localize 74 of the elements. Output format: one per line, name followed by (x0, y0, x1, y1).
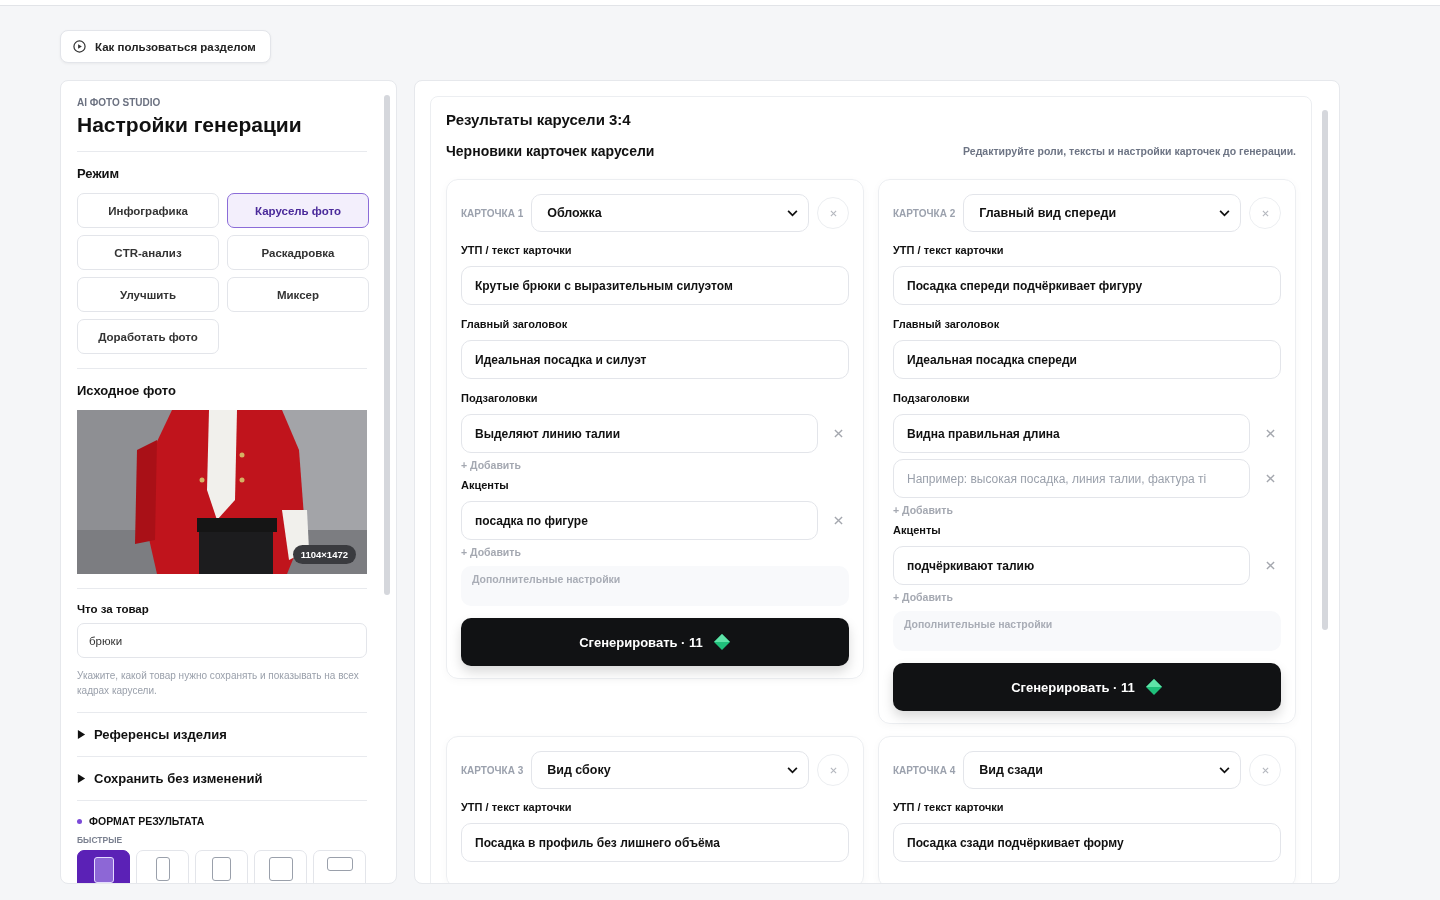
field-label: Подзаголовки (893, 392, 971, 404)
text-field[interactable]: Идеальная посадка спереди (893, 340, 1281, 379)
role-select[interactable]: Главный вид спереди (963, 194, 1241, 232)
field-label: Акценты (893, 524, 942, 536)
card-number: КАРТОЧКА 4 (893, 764, 956, 776)
section-heading: ФОРМАТ РЕЗУЛЬТАТА (89, 815, 205, 827)
chevron-icon (1219, 766, 1230, 774)
mode-button[interactable]: Раскадровка (227, 235, 369, 270)
play-icon (73, 40, 86, 53)
field-label: УТП / текст карточки (461, 244, 573, 256)
close-icon (829, 209, 837, 217)
card-number: КАРТОЧКА 1 (461, 207, 524, 219)
panel-title: Настройки генерации (77, 113, 303, 137)
field-label: Главный заголовок (461, 318, 569, 330)
chevron-icon (1219, 209, 1230, 217)
gem-icon (712, 633, 731, 651)
close-icon (1261, 209, 1269, 217)
text-field[interactable]: Посадка спереди подчёркивает фигуру (893, 266, 1281, 305)
remove-icon[interactable] (834, 429, 843, 438)
disclosure-toggle[interactable]: Референсы изделия (77, 727, 227, 742)
card-number: КАРТОЧКА 2 (893, 207, 956, 219)
gem-icon (1144, 678, 1163, 696)
product-field[interactable]: брюки (77, 623, 367, 658)
note-text: Редактируйте роли, тексты и настройки карточек до генерации. (963, 145, 1296, 157)
chevron-icon (787, 209, 798, 217)
text-field[interactable]: подчёркивают талию (893, 546, 1250, 585)
mode-button[interactable]: CTR-анализ (77, 235, 219, 270)
generate-button[interactable]: Сгенерировать · 11 (893, 663, 1281, 711)
field-label: УТП / текст карточки (893, 801, 1005, 813)
field-label: Главный заголовок (893, 318, 1001, 330)
mode-button[interactable]: Миксер (227, 277, 369, 312)
generate-button[interactable]: Сгенерировать · 11 (461, 618, 849, 666)
text-field[interactable]: Выделяют линию талии (461, 414, 818, 453)
field-label: УТП / текст карточки (461, 801, 573, 813)
results-subtitle: Черновики карточек карусели (446, 143, 655, 159)
card-number: КАРТОЧКА 3 (461, 764, 524, 776)
text-field[interactable]: посадка по фигуре (461, 501, 818, 540)
text-field[interactable]: Посадка в профиль без лишнего объёма (461, 823, 849, 862)
help-button[interactable]: Как пользоваться разделом (60, 30, 271, 63)
hint-text: Укажите, какой товар нужно сохранять и показывать на всех кадрах карусели. (77, 669, 360, 698)
remove-icon[interactable] (834, 516, 843, 525)
disclosure-toggle[interactable]: Сохранить без изменений (77, 771, 263, 786)
text-field[interactable]: Видна правильная длина (893, 414, 1250, 453)
scrollbar[interactable] (1322, 110, 1328, 630)
remove-icon[interactable] (1266, 429, 1275, 438)
text-field[interactable]: Крутые брюки с выразительным силуэтом (461, 266, 849, 305)
field-label: Подзаголовки (461, 392, 539, 404)
mode-button[interactable]: Улучшить (77, 277, 219, 312)
text-field[interactable]: Идеальная посадка и силуэт (461, 340, 849, 379)
results-title: Результаты карусели 3:4 (446, 111, 632, 128)
field-label: Акценты (461, 479, 510, 491)
remove-icon[interactable] (1266, 561, 1275, 570)
scrollbar[interactable] (384, 95, 390, 595)
role-select[interactable]: Вид сбоку (531, 751, 809, 789)
remove-icon[interactable] (1266, 474, 1275, 483)
size-badge: 1104×1472 (292, 545, 356, 564)
format-option[interactable] (77, 850, 130, 883)
role-select[interactable]: Вид сзади (963, 751, 1241, 789)
close-icon (1261, 766, 1269, 774)
field-label: УТП / текст карточки (893, 244, 1005, 256)
brand-label: AI ФОТО STUDIO (77, 97, 162, 108)
section-heading: Исходное фото (77, 383, 177, 398)
text-field[interactable]: Например: высокая посадка, линия талии, фактура ті (893, 459, 1250, 498)
field-label: Что за товар (77, 603, 150, 615)
mode-button[interactable]: Карусель фото (227, 193, 369, 228)
dot-icon (77, 818, 82, 824)
mode-button[interactable]: Доработать фото (77, 319, 219, 354)
chevron-icon (787, 766, 798, 774)
text-field[interactable]: Посадка сзади подчёркивает форму (893, 823, 1281, 862)
close-icon (829, 766, 837, 774)
mode-button[interactable]: Инфографика (77, 193, 219, 228)
role-select[interactable]: Обложка (531, 194, 809, 232)
section-heading: Режим (77, 166, 121, 181)
group-label: БЫСТРЫЕ (77, 835, 124, 845)
